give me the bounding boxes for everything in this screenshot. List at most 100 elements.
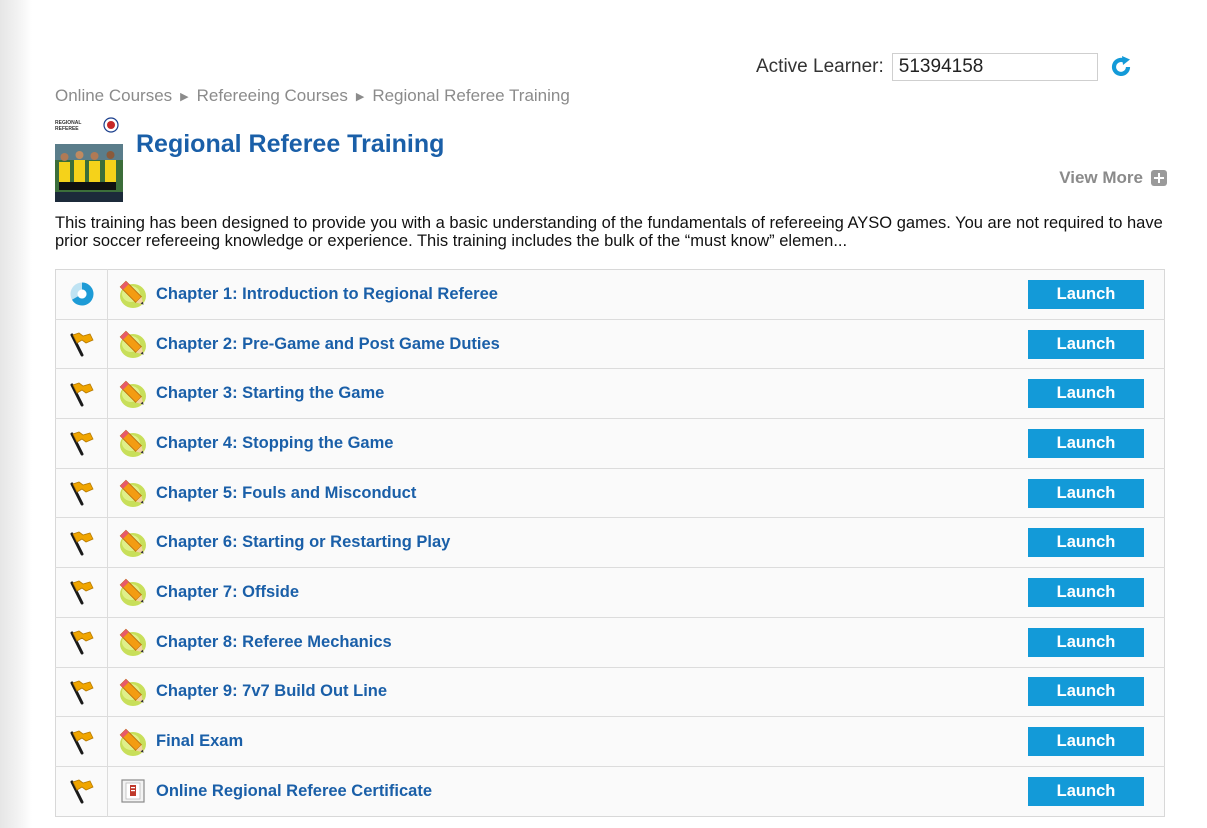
refresh-icon[interactable] [1108,54,1134,80]
type-cell [108,667,156,717]
action-cell: Launch [1027,369,1165,419]
view-more-button[interactable]: View More [1059,168,1167,188]
chapter-row: Chapter 9: 7v7 Build Out Line Launch [55,667,1165,717]
status-cell [55,368,108,419]
certificate-icon [112,778,154,804]
pencil-icon [112,278,154,310]
chapter-list: Chapter 1: Introduction to Regional Refe… [55,269,1165,817]
chapter-title-link[interactable]: Chapter 5: Fouls and Misconduct [155,468,1027,518]
thumb-text-line2: REFEREE [55,126,79,132]
status-cell [55,617,108,667]
pencil-icon [112,576,154,608]
plus-icon [1151,170,1167,186]
launch-button[interactable]: Launch [1028,329,1144,359]
view-more-label: View More [1059,168,1143,187]
status-cell [55,468,108,518]
launch-button[interactable]: Launch [1028,776,1144,806]
type-cell [108,468,156,518]
action-cell: Launch [1027,468,1165,518]
launch-button[interactable]: Launch [1028,428,1144,458]
chapter-row: Chapter 5: Fouls and Misconduct Launch [55,468,1165,518]
pencil-icon [112,378,154,410]
active-learner-input[interactable] [891,53,1098,81]
flag-icon [57,728,106,756]
action-cell: Launch [1027,270,1165,320]
active-learner-label: Active Learner: [756,56,884,77]
launch-button[interactable]: Launch [1028,279,1144,309]
breadcrumb: Online Courses ▶ Refereeing Courses ▶ Re… [55,86,570,106]
flag-icon [57,628,106,656]
type-cell [108,568,156,618]
status-cell [55,418,108,469]
course-title: Regional Referee Training [136,130,445,158]
chapter-row: Final Exam Launch [55,716,1165,767]
launch-button[interactable]: Launch [1028,677,1144,707]
type-cell [108,766,156,816]
pencil-icon [112,626,154,658]
launch-button[interactable]: Launch [1028,478,1144,508]
launch-button[interactable]: Launch [1028,727,1144,757]
chapter-title-link[interactable]: Chapter 7: Offside [155,568,1027,618]
action-cell: Launch [1027,568,1165,618]
chapter-row: Chapter 8: Referee Mechanics Launch [55,617,1165,667]
breadcrumb-item-online-courses[interactable]: Online Courses [55,86,172,106]
pencil-icon [112,328,154,360]
chapter-title-link[interactable]: Chapter 9: 7v7 Build Out Line [155,667,1027,717]
chapter-title-link[interactable]: Chapter 2: Pre-Game and Post Game Duties [155,319,1027,369]
pencil-icon [112,427,154,459]
chapter-title-link[interactable]: Chapter 8: Referee Mechanics [155,617,1027,667]
chapter-row: Chapter 1: Introduction to Regional Refe… [55,269,1165,320]
chapter-title-link[interactable]: Online Regional Referee Certificate [155,766,1027,816]
chapter-row: Chapter 2: Pre-Game and Post Game Duties… [55,319,1165,369]
chapter-row: Chapter 7: Offside Launch [55,567,1165,618]
action-cell: Launch [1027,766,1165,816]
action-cell: Launch [1027,518,1165,568]
flag-icon [57,429,106,457]
flag-icon [57,529,106,557]
left-panel-shade [0,0,32,828]
status-cell [55,667,108,717]
type-cell [108,369,156,419]
active-learner-bar: Active Learner: [756,52,1134,82]
in-progress-icon [57,281,106,307]
launch-button[interactable]: Launch [1028,577,1144,607]
course-description: This training has been designed to provi… [55,214,1163,250]
action-cell: Launch [1027,667,1165,717]
breadcrumb-separator-icon: ▶ [180,90,189,103]
breadcrumb-item-refereeing-courses[interactable]: Refereeing Courses [197,86,348,106]
action-cell: Launch [1027,319,1165,369]
action-cell: Launch [1027,717,1165,767]
pencil-icon [112,527,154,559]
chapter-title-link[interactable]: Chapter 6: Starting or Restarting Play [155,518,1027,568]
launch-button[interactable]: Launch [1028,528,1144,558]
chapter-row: Online Regional Referee Certificate Launc… [55,766,1165,817]
status-cell [55,517,108,568]
status-cell [55,716,108,767]
chapter-row: Chapter 4: Stopping the Game Launch [55,418,1165,469]
type-cell [108,717,156,767]
chapter-title-link[interactable]: Chapter 1: Introduction to Regional Refe… [155,270,1027,320]
flag-icon [57,380,106,408]
chapter-title-link[interactable]: Chapter 4: Stopping the Game [155,419,1027,469]
launch-button[interactable]: Launch [1028,627,1144,657]
flag-icon [57,678,106,706]
course-thumbnail: REGIONAL REFEREE [55,116,123,202]
type-cell [108,319,156,369]
action-cell: Launch [1027,617,1165,667]
status-cell [55,567,108,618]
chapter-title-link[interactable]: Final Exam [155,717,1027,767]
status-cell [55,766,108,817]
chapter-title-link[interactable]: Chapter 3: Starting the Game [155,369,1027,419]
flag-icon [57,479,106,507]
launch-button[interactable]: Launch [1028,379,1144,409]
flag-icon [57,330,106,358]
flag-icon [57,578,106,606]
breadcrumb-item-current: Regional Referee Training [372,86,570,105]
type-cell [108,518,156,568]
pencil-icon [112,676,154,708]
pencil-icon [112,477,154,509]
status-cell [55,319,108,369]
chapter-row: Chapter 6: Starting or Restarting Play La… [55,517,1165,568]
action-cell: Launch [1027,419,1165,469]
type-cell [108,419,156,469]
